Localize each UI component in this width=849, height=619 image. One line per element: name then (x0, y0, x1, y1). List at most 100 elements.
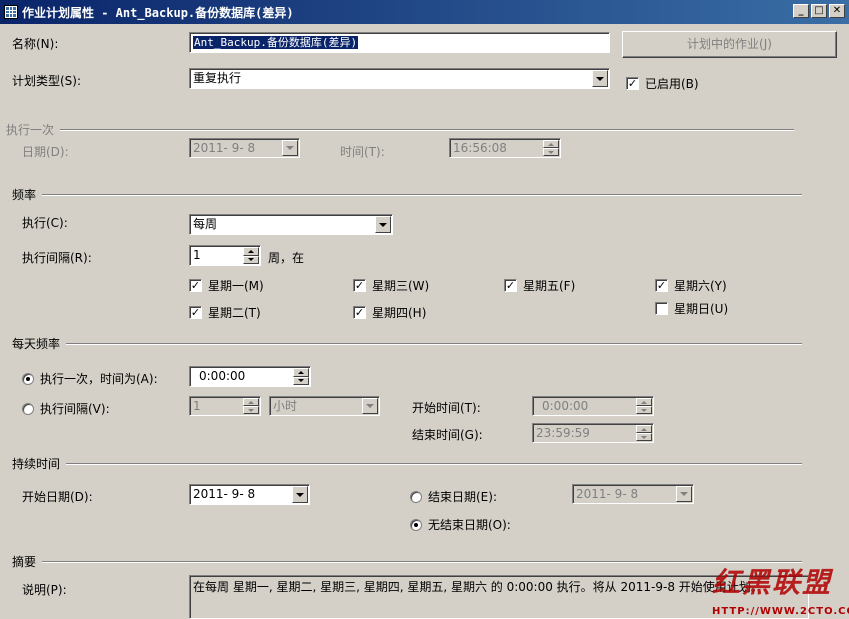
enabled-label: 已启用(B) (645, 77, 699, 91)
jobs-in-schedule-button[interactable]: 计划中的作业(J) (622, 31, 837, 58)
day-checkbox-friday[interactable]: ✓ 星期五(F) (504, 277, 575, 294)
description-label: 说明(P): (22, 583, 67, 597)
name-label: 名称(N): (12, 37, 59, 51)
section-duration-title: 持续时间 (12, 457, 61, 471)
occurs-select[interactable]: 每周 (189, 214, 393, 235)
daily-interval-label: 执行间隔(V): (40, 402, 110, 416)
day-label: 星期六(Y) (674, 279, 727, 293)
radio-selected-icon (410, 518, 422, 531)
chevron-down-icon[interactable] (362, 398, 378, 414)
one-time-time-value: 16:56:08 (453, 141, 507, 155)
check-icon: ✓ (353, 306, 366, 319)
chevron-down-icon[interactable] (292, 486, 308, 503)
title-bar[interactable]: 作业计划属性 - Ant_Backup.备份数据库(差异) _ □ ✕ (0, 0, 849, 24)
one-time-date-label: 日期(D): (22, 145, 69, 159)
day-checkbox-monday[interactable]: ✓ 星期一(M) (189, 277, 264, 294)
section-duration: 持续时间 (12, 455, 802, 472)
daily-start-time-input[interactable]: 0:00:00 (532, 396, 654, 416)
maximize-button[interactable]: □ (811, 4, 827, 18)
name-value: Ant_Backup.备份数据库(差异) (193, 36, 359, 49)
recurs-value: 1 (193, 248, 201, 262)
check-icon: ✓ (353, 279, 366, 292)
daily-start-label: 开始时间(T): (412, 401, 481, 415)
end-date-picker[interactable]: 2011- 9- 8 (572, 484, 694, 504)
section-one-time-title: 执行一次 (6, 123, 55, 137)
chevron-down-icon[interactable] (592, 70, 608, 87)
recurs-input[interactable]: 1 (189, 245, 261, 266)
schedule-window-icon (4, 5, 18, 19)
schedule-type-label: 计划类型(S): (12, 74, 82, 88)
start-date-value: 2011- 9- 8 (193, 487, 256, 501)
one-time-time-input[interactable]: 16:56:08 (449, 138, 561, 158)
schedule-type-select[interactable]: 重复执行 (189, 68, 610, 89)
radio-empty-icon (22, 402, 34, 415)
chevron-down-icon[interactable] (375, 216, 391, 233)
daily-interval-value: 1 (193, 399, 201, 413)
spinner-icon[interactable] (543, 140, 559, 156)
spinner-icon[interactable] (636, 398, 652, 414)
watermark-logo: 红黑联盟 (712, 566, 833, 599)
check-icon: ✓ (189, 306, 202, 319)
daily-end-time-value: 23:59:59 (536, 426, 590, 440)
no-end-date-label: 无结束日期(O): (428, 518, 511, 532)
one-time-date-picker[interactable]: 2011- 9- 8 (189, 138, 300, 158)
no-end-date-radio[interactable]: 无结束日期(O): (410, 516, 511, 533)
occurs-value: 每周 (193, 217, 218, 231)
recurs-unit: 周，在 (268, 251, 305, 265)
day-label: 星期五(F) (523, 279, 576, 293)
day-label: 星期一(M) (208, 279, 264, 293)
close-button[interactable]: ✕ (829, 4, 845, 18)
description-value: 在每周 星期一, 星期二, 星期三, 星期四, 星期五, 星期六 的 0:00:… (193, 580, 763, 594)
section-frequency-title: 频率 (12, 188, 37, 202)
window-title: 作业计划属性 - Ant_Backup.备份数据库(差异) (22, 5, 294, 20)
daily-interval-unit-value: 小时 (273, 399, 298, 413)
day-checkbox-tuesday[interactable]: ✓ 星期二(T) (189, 304, 261, 321)
start-date-label: 开始日期(D): (22, 490, 93, 504)
checkbox-empty-icon (655, 302, 668, 315)
check-icon: ✓ (189, 279, 202, 292)
day-checkbox-wednesday[interactable]: ✓ 星期三(W) (353, 277, 429, 294)
daily-interval-input[interactable]: 1 (189, 396, 261, 416)
minimize-button[interactable]: _ (793, 4, 809, 18)
occurs-label: 执行(C): (22, 216, 68, 230)
one-time-time-label: 时间(T): (340, 145, 385, 159)
end-date-value: 2011- 9- 8 (576, 487, 639, 501)
day-label: 星期日(U) (674, 302, 729, 316)
daily-once-label: 执行一次，时间为(A): (40, 372, 158, 386)
day-checkbox-thursday[interactable]: ✓ 星期四(H) (353, 304, 426, 321)
chevron-down-icon[interactable] (282, 140, 298, 156)
daily-once-time-input[interactable]: 0:00:00 (189, 366, 311, 387)
name-input[interactable]: Ant_Backup.备份数据库(差异) (189, 32, 610, 53)
section-daily-frequency: 每天频率 (12, 335, 802, 352)
check-icon: ✓ (504, 279, 517, 292)
section-one-time: 执行一次 (6, 121, 794, 138)
daily-interval-radio[interactable]: 执行间隔(V): (22, 400, 110, 417)
radio-empty-icon (410, 490, 422, 503)
radio-selected-icon (22, 372, 34, 385)
daily-start-time-value: 0:00:00 (542, 399, 589, 413)
spinner-icon[interactable] (636, 425, 652, 441)
daily-end-label: 结束时间(G): (412, 428, 483, 442)
end-date-radio[interactable]: 结束日期(E): (410, 488, 497, 505)
one-time-date-value: 2011- 9- 8 (193, 141, 256, 155)
section-frequency: 频率 (12, 186, 802, 203)
spinner-icon[interactable] (293, 368, 309, 385)
daily-end-time-input[interactable]: 23:59:59 (532, 423, 654, 443)
watermark-url: HTTP://WWW.2CTO.COM (712, 606, 849, 617)
spinner-icon[interactable] (243, 398, 259, 414)
daily-interval-unit-select[interactable]: 小时 (269, 396, 380, 416)
start-date-picker[interactable]: 2011- 9- 8 (189, 484, 310, 505)
enabled-checkbox[interactable]: ✓ 已启用(B) (626, 75, 699, 92)
day-label: 星期三(W) (372, 279, 430, 293)
day-checkbox-sunday[interactable]: 星期日(U) (655, 300, 728, 317)
spinner-icon[interactable] (243, 247, 259, 264)
day-label: 星期二(T) (208, 306, 261, 320)
day-checkbox-saturday[interactable]: ✓ 星期六(Y) (655, 277, 727, 294)
chevron-down-icon[interactable] (676, 486, 692, 502)
recurs-label: 执行间隔(R): (22, 251, 92, 265)
day-label: 星期四(H) (372, 306, 427, 320)
section-daily-title: 每天频率 (12, 337, 61, 351)
section-summary-title: 摘要 (12, 555, 37, 569)
daily-once-radio[interactable]: 执行一次，时间为(A): (22, 370, 158, 387)
check-icon: ✓ (655, 279, 668, 292)
